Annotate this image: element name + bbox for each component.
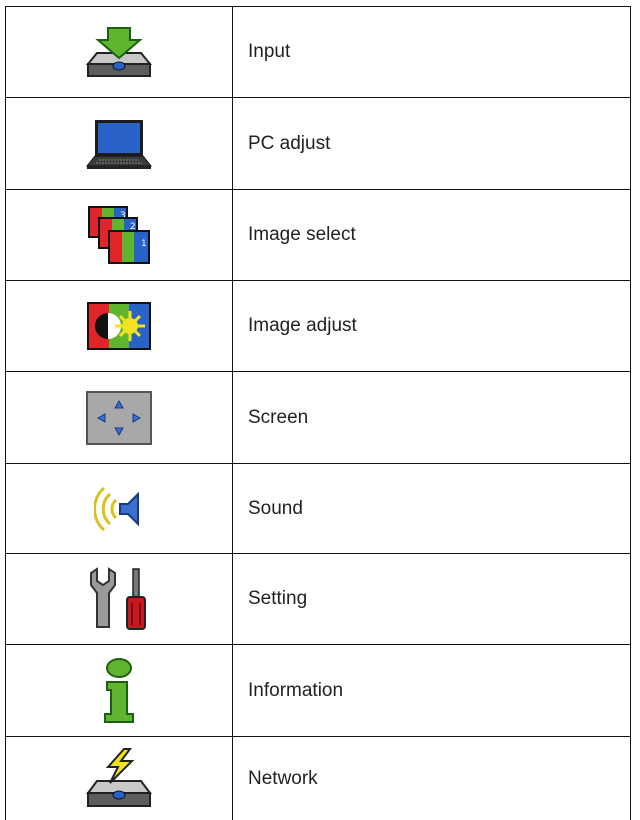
laptop-icon bbox=[5, 98, 232, 189]
menu-row-image-select: 3 2 1 Image select bbox=[5, 190, 631, 281]
menu-row-network: Network bbox=[5, 737, 631, 820]
menu-label: Network bbox=[248, 767, 318, 789]
menu-label: Image select bbox=[248, 224, 356, 245]
menu-row-image-adjust: Image adjust bbox=[5, 281, 631, 372]
menu-label: Image adjust bbox=[248, 315, 357, 336]
menu-label: Information bbox=[248, 679, 344, 701]
image-select-icon: 3 2 1 bbox=[5, 190, 232, 280]
menu-label: Input bbox=[248, 41, 291, 62]
speaker-icon bbox=[5, 464, 232, 553]
menu-label: Sound bbox=[248, 497, 303, 519]
menu-table: Input PC adjust 3 2 1 Image select Image… bbox=[0, 0, 640, 820]
menu-row-information: Information bbox=[5, 645, 631, 737]
wrench-screwdriver-icon bbox=[5, 554, 232, 644]
menu-row-setting: Setting bbox=[5, 554, 631, 645]
image-adjust-icon bbox=[5, 281, 232, 371]
svg-text:1: 1 bbox=[141, 239, 147, 249]
menu-label: PC adjust bbox=[248, 132, 331, 154]
menu-row-screen: Screen bbox=[5, 372, 631, 464]
menu-label: Screen bbox=[248, 406, 309, 428]
info-icon bbox=[5, 645, 232, 736]
menu-row-input: Input bbox=[5, 7, 631, 98]
menu-row-sound: Sound bbox=[5, 464, 631, 554]
projector-input-icon bbox=[5, 7, 232, 97]
screen-arrows-icon bbox=[5, 372, 232, 463]
projector-network-icon bbox=[5, 737, 232, 820]
menu-row-pc-adjust: PC adjust bbox=[5, 98, 631, 190]
menu-label: Setting bbox=[248, 588, 308, 609]
